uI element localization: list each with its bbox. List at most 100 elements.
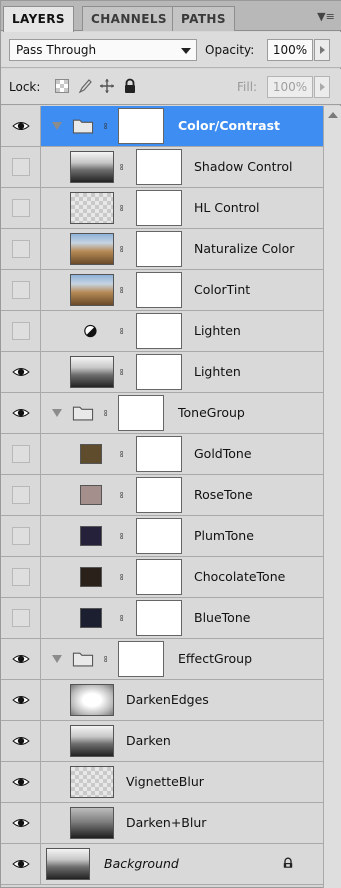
- adjustment-thumbnail[interactable]: [70, 274, 114, 306]
- visibility-toggle[interactable]: [1, 844, 41, 884]
- layer-name[interactable]: ChocolateTone: [194, 569, 285, 584]
- layer-row[interactable]: EffectGroup: [1, 639, 323, 680]
- layer-mask-thumbnail[interactable]: [136, 149, 182, 185]
- visibility-empty-box[interactable]: [12, 240, 30, 258]
- layer-name[interactable]: Lighten: [194, 323, 241, 338]
- visibility-empty-box[interactable]: [12, 568, 30, 586]
- layer-name[interactable]: Naturalize Color: [194, 241, 294, 256]
- lock-position-icon[interactable]: [99, 78, 115, 94]
- layer-mask-thumbnail[interactable]: [118, 108, 164, 144]
- layer-name[interactable]: Lighten: [194, 364, 241, 379]
- layer-row[interactable]: RoseTone: [1, 475, 323, 516]
- lock-image-icon[interactable]: [77, 78, 93, 94]
- fill-color-swatch[interactable]: [80, 526, 102, 546]
- visibility-toggle[interactable]: [1, 352, 41, 392]
- layer-name[interactable]: EffectGroup: [178, 651, 252, 666]
- layer-thumbnail[interactable]: [70, 807, 114, 839]
- layer-mask-thumbnail[interactable]: [136, 354, 182, 390]
- layer-mask-thumbnail[interactable]: [118, 395, 164, 431]
- visibility-toggle[interactable]: [1, 147, 41, 187]
- visibility-empty-box[interactable]: [12, 609, 30, 627]
- visibility-empty-box[interactable]: [12, 199, 30, 217]
- adjustment-thumbnail[interactable]: [70, 192, 114, 224]
- layer-thumbnail[interactable]: [46, 848, 90, 880]
- layer-thumbnail[interactable]: [70, 766, 114, 798]
- visibility-toggle[interactable]: [1, 721, 41, 761]
- visibility-toggle[interactable]: [1, 475, 41, 515]
- tab-layers[interactable]: LAYERS: [3, 6, 74, 32]
- layer-mask-thumbnail[interactable]: [136, 190, 182, 226]
- layer-mask-thumbnail[interactable]: [136, 477, 182, 513]
- layer-row[interactable]: VignetteBlur: [1, 762, 323, 803]
- layer-mask-thumbnail[interactable]: [136, 518, 182, 554]
- layer-name[interactable]: HL Control: [194, 200, 260, 215]
- layer-mask-thumbnail[interactable]: [136, 231, 182, 267]
- fill-color-swatch[interactable]: [80, 567, 102, 587]
- adjustment-thumbnail[interactable]: [70, 356, 114, 388]
- visibility-toggle[interactable]: [1, 639, 41, 679]
- visibility-toggle[interactable]: [1, 229, 41, 269]
- lock-transparent-icon[interactable]: [54, 78, 70, 94]
- layer-row[interactable]: Naturalize Color: [1, 229, 323, 270]
- visibility-toggle[interactable]: [1, 106, 41, 146]
- layer-row[interactable]: Background: [1, 844, 323, 885]
- layer-row[interactable]: ChocolateTone: [1, 557, 323, 598]
- layer-mask-thumbnail[interactable]: [136, 436, 182, 472]
- fill-slider-button[interactable]: [314, 76, 330, 98]
- adjustment-thumbnail[interactable]: [70, 233, 114, 265]
- layer-name[interactable]: Color/Contrast: [178, 118, 280, 133]
- layer-mask-thumbnail[interactable]: [118, 641, 164, 677]
- visibility-empty-box[interactable]: [12, 527, 30, 545]
- fill-color-swatch[interactable]: [80, 608, 102, 628]
- layer-row[interactable]: ColorTint: [1, 270, 323, 311]
- visibility-toggle[interactable]: [1, 188, 41, 228]
- expand-arrow-icon[interactable]: [52, 655, 62, 663]
- visibility-toggle[interactable]: [1, 557, 41, 597]
- visibility-toggle[interactable]: [1, 311, 41, 351]
- visibility-toggle[interactable]: [1, 393, 41, 433]
- layer-row[interactable]: Darken: [1, 721, 323, 762]
- layer-mask-thumbnail[interactable]: [136, 600, 182, 636]
- lock-all-icon[interactable]: [122, 78, 138, 94]
- blend-mode-dropdown[interactable]: Pass Through: [9, 39, 197, 61]
- opacity-slider-button[interactable]: [314, 39, 330, 61]
- layer-row[interactable]: Darken+Blur: [1, 803, 323, 844]
- fill-color-swatch[interactable]: [80, 485, 102, 505]
- layer-name[interactable]: ColorTint: [194, 282, 250, 297]
- visibility-toggle[interactable]: [1, 598, 41, 638]
- layer-name[interactable]: Shadow Control: [194, 159, 292, 174]
- visibility-toggle[interactable]: [1, 680, 41, 720]
- layer-mask-thumbnail[interactable]: [136, 559, 182, 595]
- panel-menu-icon[interactable]: ▼≡: [316, 9, 336, 25]
- visibility-empty-box[interactable]: [12, 281, 30, 299]
- expand-arrow-icon[interactable]: [52, 409, 62, 417]
- tab-paths[interactable]: PATHS: [172, 6, 235, 31]
- visibility-empty-box[interactable]: [12, 445, 30, 463]
- layer-name[interactable]: ToneGroup: [178, 405, 245, 420]
- layer-name[interactable]: Darken: [126, 733, 171, 748]
- layer-name[interactable]: Background: [104, 856, 179, 871]
- expand-arrow-icon[interactable]: [52, 122, 62, 130]
- scroll-up-icon[interactable]: [328, 112, 338, 118]
- layer-name[interactable]: PlumTone: [194, 528, 254, 543]
- layer-row[interactable]: DarkenEdges: [1, 680, 323, 721]
- adjustment-thumbnail[interactable]: [70, 151, 114, 183]
- visibility-toggle[interactable]: [1, 803, 41, 843]
- layer-mask-thumbnail[interactable]: [136, 272, 182, 308]
- layer-thumbnail[interactable]: [70, 725, 114, 757]
- layer-name[interactable]: GoldTone: [194, 446, 252, 461]
- layer-mask-thumbnail[interactable]: [136, 313, 182, 349]
- fill-color-swatch[interactable]: [80, 444, 102, 464]
- layer-name[interactable]: VignetteBlur: [126, 774, 204, 789]
- layer-row[interactable]: PlumTone: [1, 516, 323, 557]
- layer-row[interactable]: ToneGroup: [1, 393, 323, 434]
- fill-input[interactable]: 100%: [267, 76, 313, 98]
- layer-row[interactable]: HL Control: [1, 188, 323, 229]
- layer-name[interactable]: Darken+Blur: [126, 815, 206, 830]
- layer-row[interactable]: Lighten: [1, 352, 323, 393]
- visibility-toggle[interactable]: [1, 762, 41, 802]
- layer-name[interactable]: DarkenEdges: [126, 692, 209, 707]
- visibility-empty-box[interactable]: [12, 158, 30, 176]
- layer-row[interactable]: GoldTone: [1, 434, 323, 475]
- tab-channels[interactable]: CHANNELS: [82, 6, 176, 31]
